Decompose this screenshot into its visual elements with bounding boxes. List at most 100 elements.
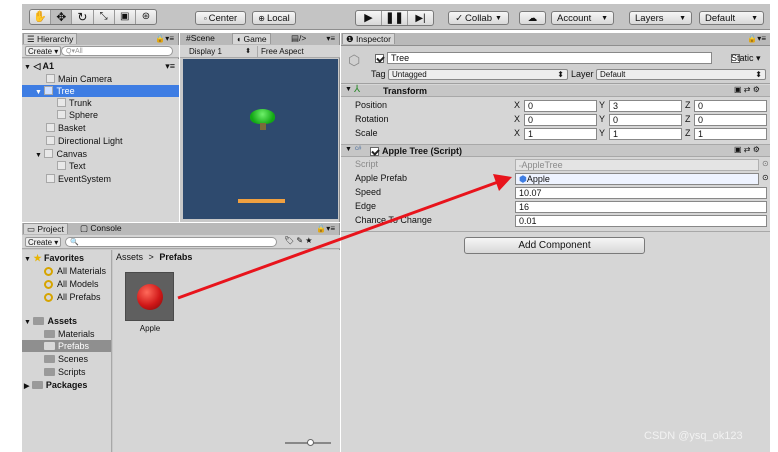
panel-menu-icon[interactable]: 🔒▾≡	[155, 34, 174, 43]
edge-field[interactable]: 16	[515, 201, 767, 213]
pacman-icon: ◖	[236, 34, 242, 44]
play-controls: ▶ ❚❚ ▶|	[355, 10, 434, 26]
apple-prefab-field[interactable]: ⬢Apple	[515, 173, 759, 185]
tab-inspector[interactable]: ❶ Inspector	[342, 33, 395, 44]
game-viewport[interactable]	[183, 59, 338, 219]
breadcrumb-current[interactable]: Prefabs	[159, 252, 192, 262]
component-icons[interactable]: ▣ ⇄ ⚙	[734, 85, 760, 94]
inspector-panel: ❶ Inspector 🔒▾≡ ⬡ Tree Static ▾ Tag Unta…	[341, 33, 770, 452]
position-x-field[interactable]: 0	[524, 100, 597, 112]
scale-x-field[interactable]: 1	[524, 128, 597, 140]
hierarchy-item[interactable]: Basket	[22, 122, 179, 134]
scene-menu-icon[interactable]: ▾≡	[165, 60, 175, 72]
scale-y-field[interactable]: 1	[609, 128, 682, 140]
hierarchy-item[interactable]: ▼ Canvas	[22, 148, 179, 160]
collab-button[interactable]: ✓ Collab ▼	[448, 11, 509, 25]
account-button[interactable]: Account ▼	[551, 11, 614, 25]
move-tool-icon[interactable]: ✥	[51, 10, 73, 24]
create-dropdown[interactable]: Create ▾	[25, 237, 62, 247]
position-y-field[interactable]: 3	[609, 100, 682, 112]
script-enabled-checkbox[interactable]	[370, 147, 379, 156]
tab-console[interactable]: ▢ Console	[77, 223, 125, 234]
favorite-item[interactable]: All Models	[22, 278, 111, 290]
object-name-field[interactable]: Tree	[387, 52, 712, 64]
chevron-down-icon: ▼	[751, 14, 758, 22]
tag-dropdown[interactable]: Untagged ⬍	[388, 69, 568, 80]
hierarchy-search-input[interactable]: Q▾All	[61, 46, 173, 56]
object-picker-icon[interactable]: ⊙	[762, 159, 769, 168]
hierarchy-item[interactable]: Trunk	[22, 97, 179, 109]
rotation-z-field[interactable]: 0	[694, 114, 767, 126]
hierarchy-item[interactable]: Text	[22, 160, 179, 172]
object-picker-icon[interactable]: ⊙	[762, 173, 769, 182]
favorite-item[interactable]: All Materials	[22, 265, 111, 277]
display-dropdown[interactable]: Display 1 ⬍	[189, 46, 253, 57]
hierarchy-item[interactable]: Directional Light	[22, 135, 179, 147]
asset-folder[interactable]: Scripts	[22, 366, 111, 378]
hand-tool-icon[interactable]: ✋	[30, 10, 52, 24]
transform-header[interactable]: ▼ ⅄ Transform ▣ ⇄ ⚙	[341, 84, 770, 97]
tab-scene[interactable]: #Scene	[183, 33, 218, 44]
tree-trunk	[260, 123, 266, 130]
rect-tool-icon[interactable]: ▣	[115, 10, 136, 24]
item-label: EventSystem	[58, 174, 112, 184]
tab-project[interactable]: ▭ Project	[23, 223, 68, 234]
combined-tool-icon[interactable]: ⊛	[136, 10, 156, 24]
favorites-row[interactable]: ▼ ★ Favorites	[22, 252, 111, 264]
breadcrumb-root[interactable]: Assets	[116, 252, 143, 262]
static-dropdown[interactable]: Static ▾	[731, 52, 761, 64]
step-icon[interactable]: ▶|	[408, 11, 433, 25]
script-header[interactable]: ▼ c# Apple Tree (Script) ▣ ⇄ ⚙	[341, 145, 770, 157]
panel-menu-icon[interactable]: ▾≡	[326, 34, 335, 43]
position-z-field[interactable]: 0	[694, 100, 767, 112]
rotation-y-field[interactable]: 0	[609, 114, 682, 126]
component-icons[interactable]: ▣ ⇄ ⚙	[734, 145, 760, 154]
tab-hierarchy[interactable]: ☰ Hierarchy	[23, 33, 78, 44]
pause-icon[interactable]: ❚❚	[382, 11, 408, 25]
asset-folder[interactable]: Scenes	[22, 353, 111, 365]
axis-x-label: X	[514, 128, 521, 138]
speed-field[interactable]: 10.07	[515, 187, 767, 199]
hierarchy-item[interactable]: Sphere	[22, 109, 179, 121]
tab-asset-store[interactable]: ▤/>	[288, 33, 309, 44]
layers-dropdown[interactable]: Layers ▼	[629, 11, 692, 25]
layout-dropdown[interactable]: Default ▼	[699, 11, 764, 25]
hierarchy-item-selected[interactable]: ▼ Tree	[22, 85, 179, 97]
asset-tile[interactable]: Apple	[125, 272, 175, 334]
updown-icon: ⬍	[755, 70, 762, 79]
list-icon: ☰	[27, 34, 35, 44]
play-icon[interactable]: ▶	[356, 11, 382, 25]
thumbnail-size-slider[interactable]	[285, 439, 331, 446]
pivot-center-button[interactable]: ▫ Center	[195, 11, 246, 25]
add-component-button[interactable]: Add Component	[464, 237, 645, 254]
panel-menu-icon[interactable]: 🔒▾≡	[316, 224, 335, 233]
chance-to-change-field[interactable]: 0.01	[515, 215, 767, 227]
active-checkbox[interactable]	[375, 54, 384, 63]
assets-label: Assets	[47, 316, 77, 326]
asset-folder[interactable]: Materials	[22, 328, 111, 340]
scale-z-field[interactable]: 1	[694, 128, 767, 140]
filter-icons[interactable]: 🏷 ✎ ★	[284, 236, 312, 245]
hierarchy-item[interactable]: Main Camera	[22, 73, 179, 85]
slider-handle[interactable]	[307, 439, 314, 446]
scene-row[interactable]: ▼ ◁ A1 ▾≡	[22, 60, 179, 72]
packages-row[interactable]: ▶ Packages	[22, 379, 111, 391]
layer-dropdown[interactable]: Default ⬍	[596, 69, 766, 80]
search-folder-icon	[44, 280, 53, 289]
rotate-tool-icon[interactable]: ↻	[72, 10, 94, 24]
folder-icon	[33, 317, 45, 325]
cloud-button[interactable]: ☁	[519, 11, 546, 25]
check-circle-icon: ✓	[455, 12, 464, 24]
favorite-item[interactable]: All Prefabs	[22, 291, 111, 303]
aspect-dropdown[interactable]: Free Aspect	[257, 46, 337, 57]
pivot-local-button[interactable]: ⊕ Local	[252, 11, 296, 25]
asset-folder-selected[interactable]: Prefabs	[22, 340, 111, 352]
scale-tool-icon[interactable]: ⤡	[94, 10, 115, 24]
create-dropdown[interactable]: Create ▾	[25, 46, 62, 56]
tab-game[interactable]: ◖ Game	[232, 33, 271, 44]
rotation-x-field[interactable]: 0	[524, 114, 597, 126]
hierarchy-item[interactable]: EventSystem	[22, 173, 179, 185]
assets-row[interactable]: ▼ Assets	[22, 315, 111, 327]
project-search-input[interactable]: 🔍	[65, 237, 277, 247]
panel-menu-icon[interactable]: 🔒▾≡	[747, 34, 766, 43]
